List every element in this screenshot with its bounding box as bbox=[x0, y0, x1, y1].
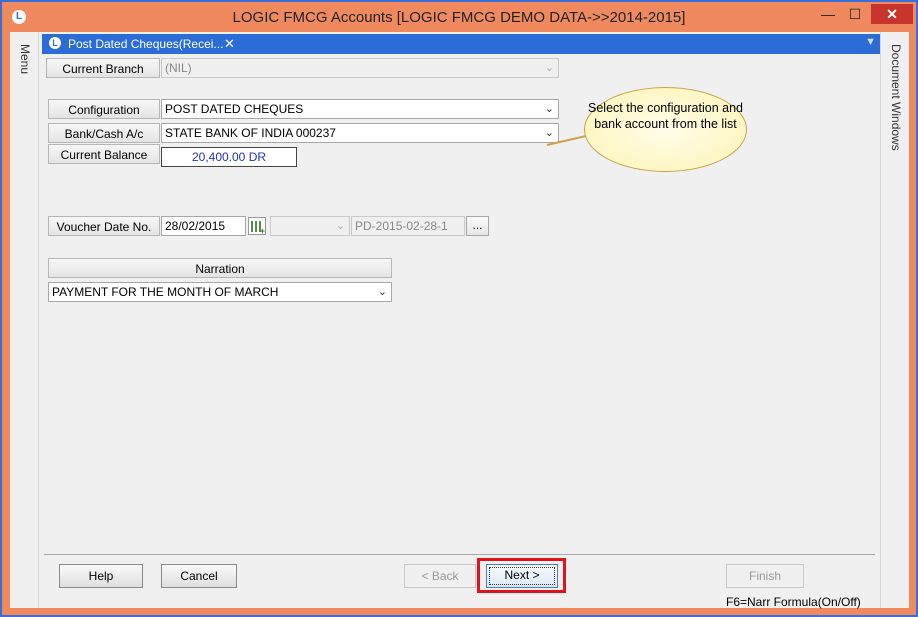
next-button[interactable]: Next > bbox=[486, 564, 558, 588]
voucher-series-select[interactable]: ⌄ bbox=[270, 216, 350, 236]
document-windows-strip[interactable]: Document Windows bbox=[880, 32, 909, 608]
calendar-plus-icon: + bbox=[259, 226, 265, 236]
tab-label: Post Dated Cheques(Recei... bbox=[68, 37, 224, 51]
bottom-divider bbox=[44, 554, 875, 555]
voucher-number-input[interactable]: PD-2015-02-28-1 bbox=[351, 216, 465, 236]
configuration-value: POST DATED CHEQUES bbox=[165, 102, 304, 116]
back-button[interactable]: < Back bbox=[404, 564, 476, 588]
bank-cash-label: Bank/Cash A/c bbox=[48, 123, 160, 143]
status-hint: F6=Narr Formula(On/Off) bbox=[726, 595, 861, 609]
help-callout: Select the configuration and bank accoun… bbox=[584, 87, 747, 172]
chevron-down-icon: ⌄ bbox=[544, 62, 554, 74]
bank-cash-select[interactable]: STATE BANK OF INDIA 000237 ⌄ bbox=[161, 123, 559, 143]
document-windows-label[interactable]: Document Windows bbox=[889, 44, 903, 151]
voucher-date-no-label: Voucher Date No. bbox=[48, 216, 160, 236]
menu-label[interactable]: Menu bbox=[18, 44, 32, 74]
main-content: Menu Document Windows L Post Dated Chequ… bbox=[10, 32, 909, 609]
tab-logo-icon: L bbox=[49, 37, 61, 49]
minimize-button[interactable]: — bbox=[817, 4, 839, 24]
window-title: LOGIC FMCG Accounts [LOGIC FMCG DEMO DAT… bbox=[232, 9, 686, 26]
calendar-icon[interactable]: + bbox=[248, 217, 266, 236]
current-balance-value: 20,400.00 DR bbox=[161, 147, 297, 167]
bank-cash-value: STATE BANK OF INDIA 000237 bbox=[165, 126, 336, 140]
cancel-button[interactable]: Cancel bbox=[161, 564, 237, 588]
chevron-down-icon: ⌄ bbox=[544, 127, 554, 139]
title-bar: L LOGIC FMCG Accounts [LOGIC FMCG DEMO D… bbox=[2, 2, 916, 32]
narration-header: Narration bbox=[48, 258, 392, 278]
chevron-down-icon: ⌄ bbox=[544, 103, 554, 115]
chevron-down-icon: ⌄ bbox=[335, 220, 345, 232]
voucher-date-input[interactable]: 28/02/2015 bbox=[161, 216, 246, 236]
current-balance-label: Current Balance bbox=[48, 144, 160, 164]
configuration-select[interactable]: POST DATED CHEQUES ⌄ bbox=[161, 99, 559, 119]
app-window: L LOGIC FMCG Accounts [LOGIC FMCG DEMO D… bbox=[0, 0, 918, 617]
next-focus-ring bbox=[489, 567, 555, 585]
tab-overflow-chevron-icon[interactable]: ▼ bbox=[865, 36, 876, 48]
tab-close-icon[interactable]: ✕ bbox=[224, 36, 235, 52]
current-branch-value: (NIL) bbox=[165, 61, 192, 75]
tab-post-dated-cheques[interactable]: L Post Dated Cheques(Recei... ✕ bbox=[42, 34, 242, 54]
tab-strip: L Post Dated Cheques(Recei... ✕ ▼ bbox=[42, 34, 880, 54]
finish-button[interactable]: Finish bbox=[726, 564, 804, 588]
menu-strip[interactable]: Menu bbox=[10, 32, 39, 608]
voucher-number-browse-button[interactable]: ... bbox=[466, 216, 489, 236]
narration-value: PAYMENT FOR THE MONTH OF MARCH bbox=[52, 285, 279, 299]
chevron-down-icon: ⌄ bbox=[377, 286, 387, 298]
configuration-label: Configuration bbox=[48, 99, 160, 119]
current-branch-label: Current Branch bbox=[46, 58, 160, 78]
maximize-button[interactable]: ☐ bbox=[844, 4, 866, 24]
current-branch-select[interactable]: (NIL) ⌄ bbox=[161, 58, 559, 78]
narration-select[interactable]: PAYMENT FOR THE MONTH OF MARCH ⌄ bbox=[48, 282, 392, 302]
close-button[interactable]: ✕ bbox=[871, 4, 913, 24]
help-button[interactable]: Help bbox=[59, 564, 143, 588]
